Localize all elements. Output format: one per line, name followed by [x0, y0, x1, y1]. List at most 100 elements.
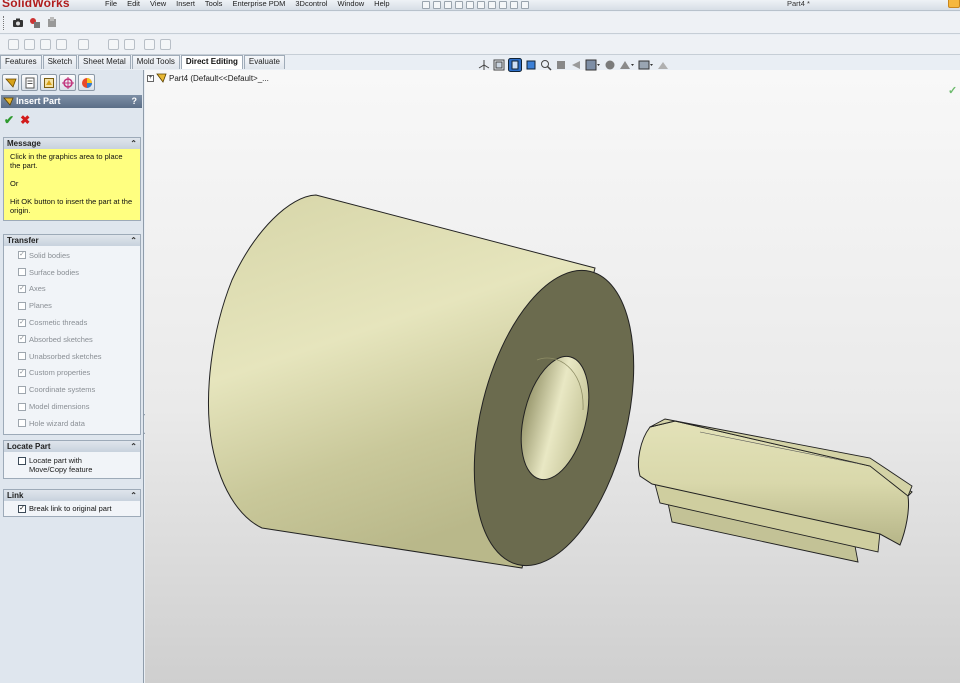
tab-direct-editing[interactable]: Direct Editing [180, 55, 243, 69]
checkbox[interactable] [18, 301, 26, 310]
model-viewport[interactable] [145, 70, 960, 683]
previous-view-icon[interactable] [570, 59, 582, 71]
menu-tools[interactable]: Tools [200, 0, 228, 8]
collapse-chevron-icon[interactable]: ⌃ [130, 138, 137, 149]
menu-view[interactable]: View [145, 0, 171, 8]
locate-part-option[interactable]: Locate part with Move/Copy feature [4, 452, 140, 478]
transfer-option-custom-properties[interactable]: ✓ Custom properties [4, 365, 140, 382]
checkbox[interactable]: ✓ [18, 335, 26, 344]
ok-button[interactable]: ✔ [4, 113, 14, 127]
offset-face-icon[interactable] [24, 39, 35, 50]
transfer-option-unabsorbed-sketches[interactable]: Unabsorbed sketches [4, 348, 140, 365]
realview-icon[interactable] [657, 59, 669, 71]
checkbox[interactable]: ✓ [18, 368, 26, 377]
menu-insert[interactable]: Insert [171, 0, 200, 8]
edit-appearance-icon[interactable] [604, 59, 616, 71]
graphics-area[interactable]: + Part4 (Default<<Default>_... ✓ [145, 70, 960, 683]
checkbox[interactable] [18, 352, 26, 361]
menu-file[interactable]: File [100, 0, 122, 8]
link-group-header[interactable]: Link ⌃ [4, 490, 140, 501]
collapse-chevron-icon[interactable]: ⌃ [130, 235, 137, 246]
dimxpert-tab[interactable] [59, 74, 76, 91]
apply-scene-icon[interactable] [619, 59, 635, 71]
help-icon[interactable]: ? [132, 95, 138, 108]
message-group-header[interactable]: Message ⌃ [4, 138, 140, 149]
tab-features[interactable]: Features [0, 55, 42, 69]
checkbox[interactable] [18, 419, 26, 428]
tab-sheet-metal[interactable]: Sheet Metal [78, 55, 131, 69]
menu-help[interactable]: Help [369, 0, 394, 8]
select-icon[interactable] [488, 0, 496, 9]
replace-face-icon[interactable] [40, 39, 51, 50]
flyout-feature-tree[interactable]: + Part4 (Default<<Default>_... [147, 73, 269, 83]
split-icon[interactable] [108, 39, 119, 50]
checkbox[interactable]: ✓ [18, 504, 26, 513]
confirmation-corner-ok-icon[interactable]: ✓ [948, 84, 957, 97]
zoom-to-fit-icon[interactable] [493, 59, 505, 71]
display-style-icon[interactable] [525, 59, 537, 71]
shaded-with-edges-icon[interactable] [508, 58, 522, 72]
transfer-option-coordinate-systems[interactable]: Coordinate systems [4, 381, 140, 398]
new-icon[interactable] [433, 0, 441, 9]
insert-part-icon[interactable] [160, 39, 171, 50]
collapse-chevron-icon[interactable]: ⌃ [130, 441, 137, 452]
feature-tree-tab[interactable] [2, 74, 19, 91]
options-icon[interactable] [521, 0, 529, 9]
checkbox[interactable] [18, 268, 26, 277]
menu-enterprise-pdm[interactable]: Enterprise PDM [227, 0, 290, 8]
view-orientation-icon[interactable] [478, 59, 490, 71]
print-icon[interactable] [466, 0, 474, 9]
transfer-option-planes[interactable]: Planes [4, 297, 140, 314]
menu-window[interactable]: Window [332, 0, 369, 8]
open-icon[interactable] [444, 0, 452, 9]
disk-part[interactable] [637, 418, 913, 563]
transfer-option-model-dimensions[interactable]: Model dimensions [4, 398, 140, 415]
checkbox[interactable]: ✓ [18, 318, 26, 327]
display-manager-tab[interactable] [78, 74, 95, 91]
tab-evaluate[interactable]: Evaluate [243, 55, 285, 69]
transfer-option-axes[interactable]: ✓ Axes [4, 281, 140, 298]
checkbox[interactable]: ✓ [18, 251, 26, 260]
search-badge-icon[interactable] [948, 0, 960, 8]
delete-face-icon[interactable] [56, 39, 67, 50]
transfer-option-solid-bodies[interactable]: ✓ Solid bodies [4, 247, 140, 264]
toolbar-grip[interactable] [3, 16, 5, 30]
menu-edit[interactable]: Edit [122, 0, 145, 8]
checkbox[interactable] [18, 402, 26, 411]
transfer-option-absorbed-sketches[interactable]: ✓ Absorbed sketches [4, 331, 140, 348]
section-view-icon[interactable] [555, 59, 567, 71]
property-manager-tab[interactable] [21, 74, 38, 91]
checkbox[interactable] [18, 385, 26, 394]
collapse-chevron-icon[interactable]: ⌃ [130, 490, 137, 501]
save-icon[interactable] [455, 0, 463, 9]
checkbox[interactable]: ✓ [18, 284, 26, 293]
transfer-group-header[interactable]: Transfer ⌃ [4, 235, 140, 246]
transfer-option-hole-wizard-data[interactable]: Hole wizard data [4, 415, 140, 432]
rebuild-icon[interactable] [499, 0, 507, 9]
menu-3dcontrol[interactable]: 3Dcontrol [290, 0, 332, 8]
checkbox[interactable] [18, 457, 26, 465]
intersect-icon[interactable] [144, 39, 155, 50]
cylinder-part[interactable] [208, 194, 662, 582]
camera-icon[interactable] [12, 17, 24, 29]
render-icon[interactable] [29, 17, 41, 29]
undo-icon[interactable] [477, 0, 485, 9]
file-properties-icon[interactable] [510, 0, 518, 9]
hide-show-items-icon[interactable] [585, 59, 601, 71]
view-settings-icon[interactable] [638, 59, 654, 71]
pin-icon[interactable] [422, 0, 430, 9]
transfer-option-surface-bodies[interactable]: Surface bodies [4, 264, 140, 281]
combine-icon[interactable] [124, 39, 135, 50]
transfer-option-cosmetic-threads[interactable]: ✓ Cosmetic threads [4, 314, 140, 331]
configuration-manager-tab[interactable] [40, 74, 57, 91]
appearance-icon[interactable] [46, 17, 58, 29]
break-link-option[interactable]: ✓ Break link to original part [4, 501, 140, 516]
tab-mold-tools[interactable]: Mold Tools [131, 55, 180, 69]
locate-part-group-header[interactable]: Locate Part ⌃ [4, 441, 140, 452]
tab-sketch[interactable]: Sketch [42, 55, 78, 69]
zoom-area-icon[interactable] [540, 59, 552, 71]
move-face-icon[interactable] [8, 39, 19, 50]
expand-icon[interactable]: + [147, 74, 154, 82]
cancel-button[interactable]: ✖ [20, 113, 30, 127]
pattern-icon[interactable] [78, 39, 89, 50]
